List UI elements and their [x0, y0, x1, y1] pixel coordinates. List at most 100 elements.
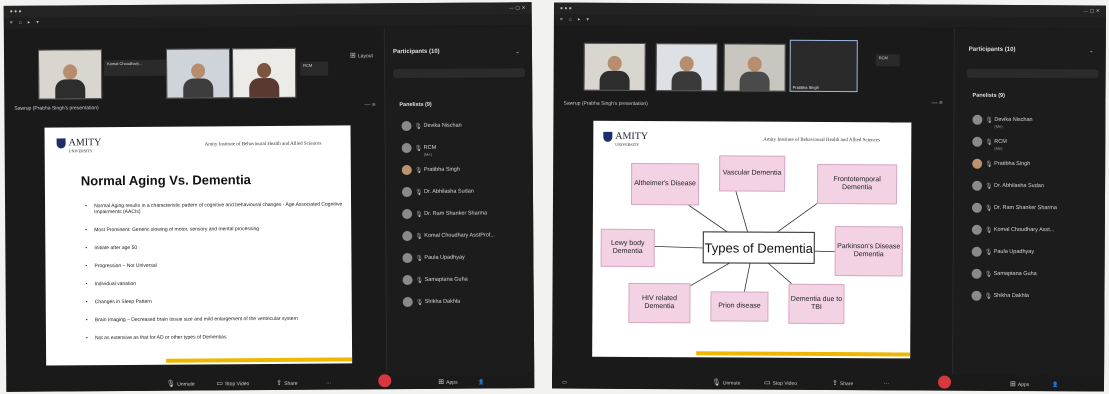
- microphone-icon[interactable]: 🎙: [415, 186, 423, 200]
- more-icon[interactable]: ⋯: [884, 381, 889, 387]
- list-item[interactable]: 🎙 Paula Upadhyay: [402, 250, 528, 273]
- microphone-icon[interactable]: 🎙: [416, 274, 424, 288]
- microphone-icon[interactable]: 🎙: [985, 158, 993, 172]
- window-menu[interactable]: ● ● ●: [10, 9, 22, 15]
- window-controls[interactable]: — ▢ ✕: [1083, 5, 1100, 17]
- video-thumbnail[interactable]: [231, 47, 297, 99]
- microphone-icon[interactable]: 🎙: [985, 114, 993, 128]
- participant-search-input[interactable]: [393, 68, 526, 79]
- list-item[interactable]: 🎙 Shikha Dakhla: [402, 294, 529, 317]
- type-box-alzheimers: Altheimer's Disease: [630, 162, 700, 206]
- menu-item[interactable]: ⌂: [19, 20, 22, 26]
- microphone-icon[interactable]: 🎙: [415, 230, 423, 244]
- close-icon[interactable]: ⌄: [1089, 47, 1094, 54]
- panelists-section[interactable]: Panelists (9): [973, 93, 1005, 99]
- record-button[interactable]: [937, 375, 952, 389]
- microphone-icon[interactable]: 🎙: [415, 142, 423, 156]
- list-item[interactable]: 🎙 Pratibha Singh: [972, 157, 1100, 180]
- list-item[interactable]: 🎙 Komal Choudhary AsstProf...: [402, 228, 528, 251]
- view-options-icon[interactable]: — ≡: [931, 101, 942, 107]
- active-speaker-thumbnail[interactable]: Pratibha Singh: [789, 39, 858, 93]
- video-tile-label[interactable]: RCM: [875, 54, 900, 67]
- list-item[interactable]: 🎙 Dr. Abhilasha Sudan: [401, 184, 528, 207]
- list-item[interactable]: 🎙 Dr. Abhilasha Sudan: [972, 179, 1100, 202]
- microphone-icon[interactable]: 🎙: [985, 246, 993, 260]
- participant-search-input[interactable]: [966, 68, 1099, 79]
- avatar: [971, 246, 982, 257]
- list-item[interactable]: 🎙 Devika Nischan (Me): [972, 113, 1100, 136]
- menu-item[interactable]: ▾: [586, 17, 589, 23]
- list-item[interactable]: 🎙 Dr. Ram Shanker Sharma: [971, 201, 1100, 224]
- list-item[interactable]: 🎙 Samaptana Guha: [402, 272, 529, 295]
- microphone-icon[interactable]: 🎙: [985, 202, 993, 216]
- list-item[interactable]: 🎙 Komal Choudhary Asst...: [971, 223, 1100, 246]
- list-item: Brain Imaging – Decreased brain tissue s…: [86, 315, 344, 323]
- participants-icon[interactable]: 👤: [1052, 382, 1058, 388]
- share-button[interactable]: ⇪ Share: [276, 379, 297, 387]
- list-item[interactable]: 🎙 Samaptana Guha: [971, 267, 1100, 290]
- stop-video-button[interactable]: ▭ Stop Video: [216, 379, 249, 387]
- type-box-lewy-body: Lewy body Dementia: [600, 228, 655, 268]
- apps-button[interactable]: ⊞ Apps: [438, 378, 457, 386]
- menu-item[interactable]: ▸: [578, 17, 581, 23]
- menu-item[interactable]: ▾: [36, 20, 39, 26]
- list-item[interactable]: 🎙 Pratibha Singh: [401, 162, 528, 185]
- more-icon[interactable]: ⋯: [326, 381, 331, 387]
- list-item[interactable]: 🎙 RCM (Me): [401, 140, 528, 163]
- institute-name: Amity Institute of Behavioural Health an…: [204, 141, 322, 148]
- video-thumbnail[interactable]: [723, 43, 786, 92]
- microphone-icon[interactable]: 🎙: [415, 164, 423, 178]
- list-item: Most Prominent: Generic slowing of motor…: [85, 225, 343, 233]
- stop-video-button[interactable]: ▭ Stop Video: [764, 379, 797, 387]
- zoom-window-right: ● ● ● — ▢ ✕ ≡ ⌂ ▸ ▾ Pratibha Singh RCM Sawr…: [551, 2, 1107, 392]
- video-thumbnail[interactable]: [37, 49, 103, 100]
- list-item: Normal Aging results in a characteristic…: [85, 201, 343, 215]
- participants-icon[interactable]: 👤: [478, 379, 484, 385]
- zoom-window-left: ● ● ● — ▢ ✕ ≡ ⌂ ▸ ▾ Komal Choudhary... RCM …: [3, 2, 535, 392]
- microphone-icon[interactable]: 🎙: [415, 208, 423, 222]
- menu-item[interactable]: ≡: [10, 20, 13, 26]
- menu-item[interactable]: ≡: [560, 17, 563, 23]
- panelists-section[interactable]: Panelists (9): [399, 102, 431, 108]
- window-controls[interactable]: — ▢ ✕: [509, 2, 526, 14]
- unmute-button[interactable]: 🎙 Unmute: [166, 380, 194, 388]
- microphone-icon[interactable]: 🎙: [416, 296, 424, 310]
- microphone-icon[interactable]: 🎙: [985, 136, 993, 150]
- thumbnail-name-tile[interactable]: Komal Choudhary...: [104, 59, 169, 77]
- list-item[interactable]: 🎙 RCM (Me): [972, 135, 1100, 158]
- list-item[interactable]: 🎙 Devika Nischan: [401, 118, 527, 141]
- microphone-icon[interactable]: 🎙: [984, 290, 992, 304]
- avatar: [971, 224, 982, 235]
- window-menu[interactable]: ● ● ●: [560, 6, 572, 12]
- microphone-icon[interactable]: 🎙: [414, 120, 422, 134]
- close-icon[interactable]: ⌄: [515, 48, 520, 55]
- share-icon: ⇪: [276, 379, 283, 387]
- apps-button[interactable]: ⊞ Apps: [1010, 380, 1029, 388]
- type-box-parkinsons: Parkinson's Disease Dementia: [834, 226, 903, 277]
- list-item[interactable]: 🎙 Dr. Ram Shanker Sharma: [402, 206, 528, 229]
- avatar: [971, 290, 982, 301]
- microphone-icon[interactable]: 🎙: [985, 180, 993, 194]
- record-button[interactable]: [378, 374, 392, 388]
- security-icon[interactable]: ▭: [562, 380, 567, 386]
- avatar: [401, 165, 412, 176]
- avatar: [402, 231, 413, 242]
- menu-item[interactable]: ▸: [28, 20, 31, 26]
- shared-slide: AMITY UNIVERSITY Amity Institute of Beha…: [592, 120, 912, 359]
- share-button[interactable]: ⇪ Share: [832, 379, 853, 387]
- menu-bar: ≡ ⌂ ▸ ▾: [553, 14, 1106, 29]
- microphone-icon[interactable]: 🎙: [985, 224, 993, 238]
- layout-button[interactable]: ⊞ Layout: [350, 51, 373, 59]
- video-tile-label[interactable]: RCM: [300, 61, 329, 76]
- video-thumbnail[interactable]: [655, 43, 718, 92]
- microphone-icon: 🎙: [166, 380, 176, 388]
- view-options-icon[interactable]: — ≡: [364, 102, 375, 108]
- unmute-button[interactable]: 🎙 Unmute: [712, 378, 740, 386]
- list-item[interactable]: 🎙 Shikha Dakhla: [971, 289, 1099, 312]
- list-item[interactable]: 🎙 Paula Upadhyay: [971, 245, 1100, 268]
- video-thumbnail[interactable]: [165, 48, 231, 99]
- video-thumbnail[interactable]: [583, 42, 646, 92]
- microphone-icon[interactable]: 🎙: [985, 268, 993, 282]
- microphone-icon[interactable]: 🎙: [415, 252, 423, 266]
- menu-item[interactable]: ⌂: [569, 17, 572, 23]
